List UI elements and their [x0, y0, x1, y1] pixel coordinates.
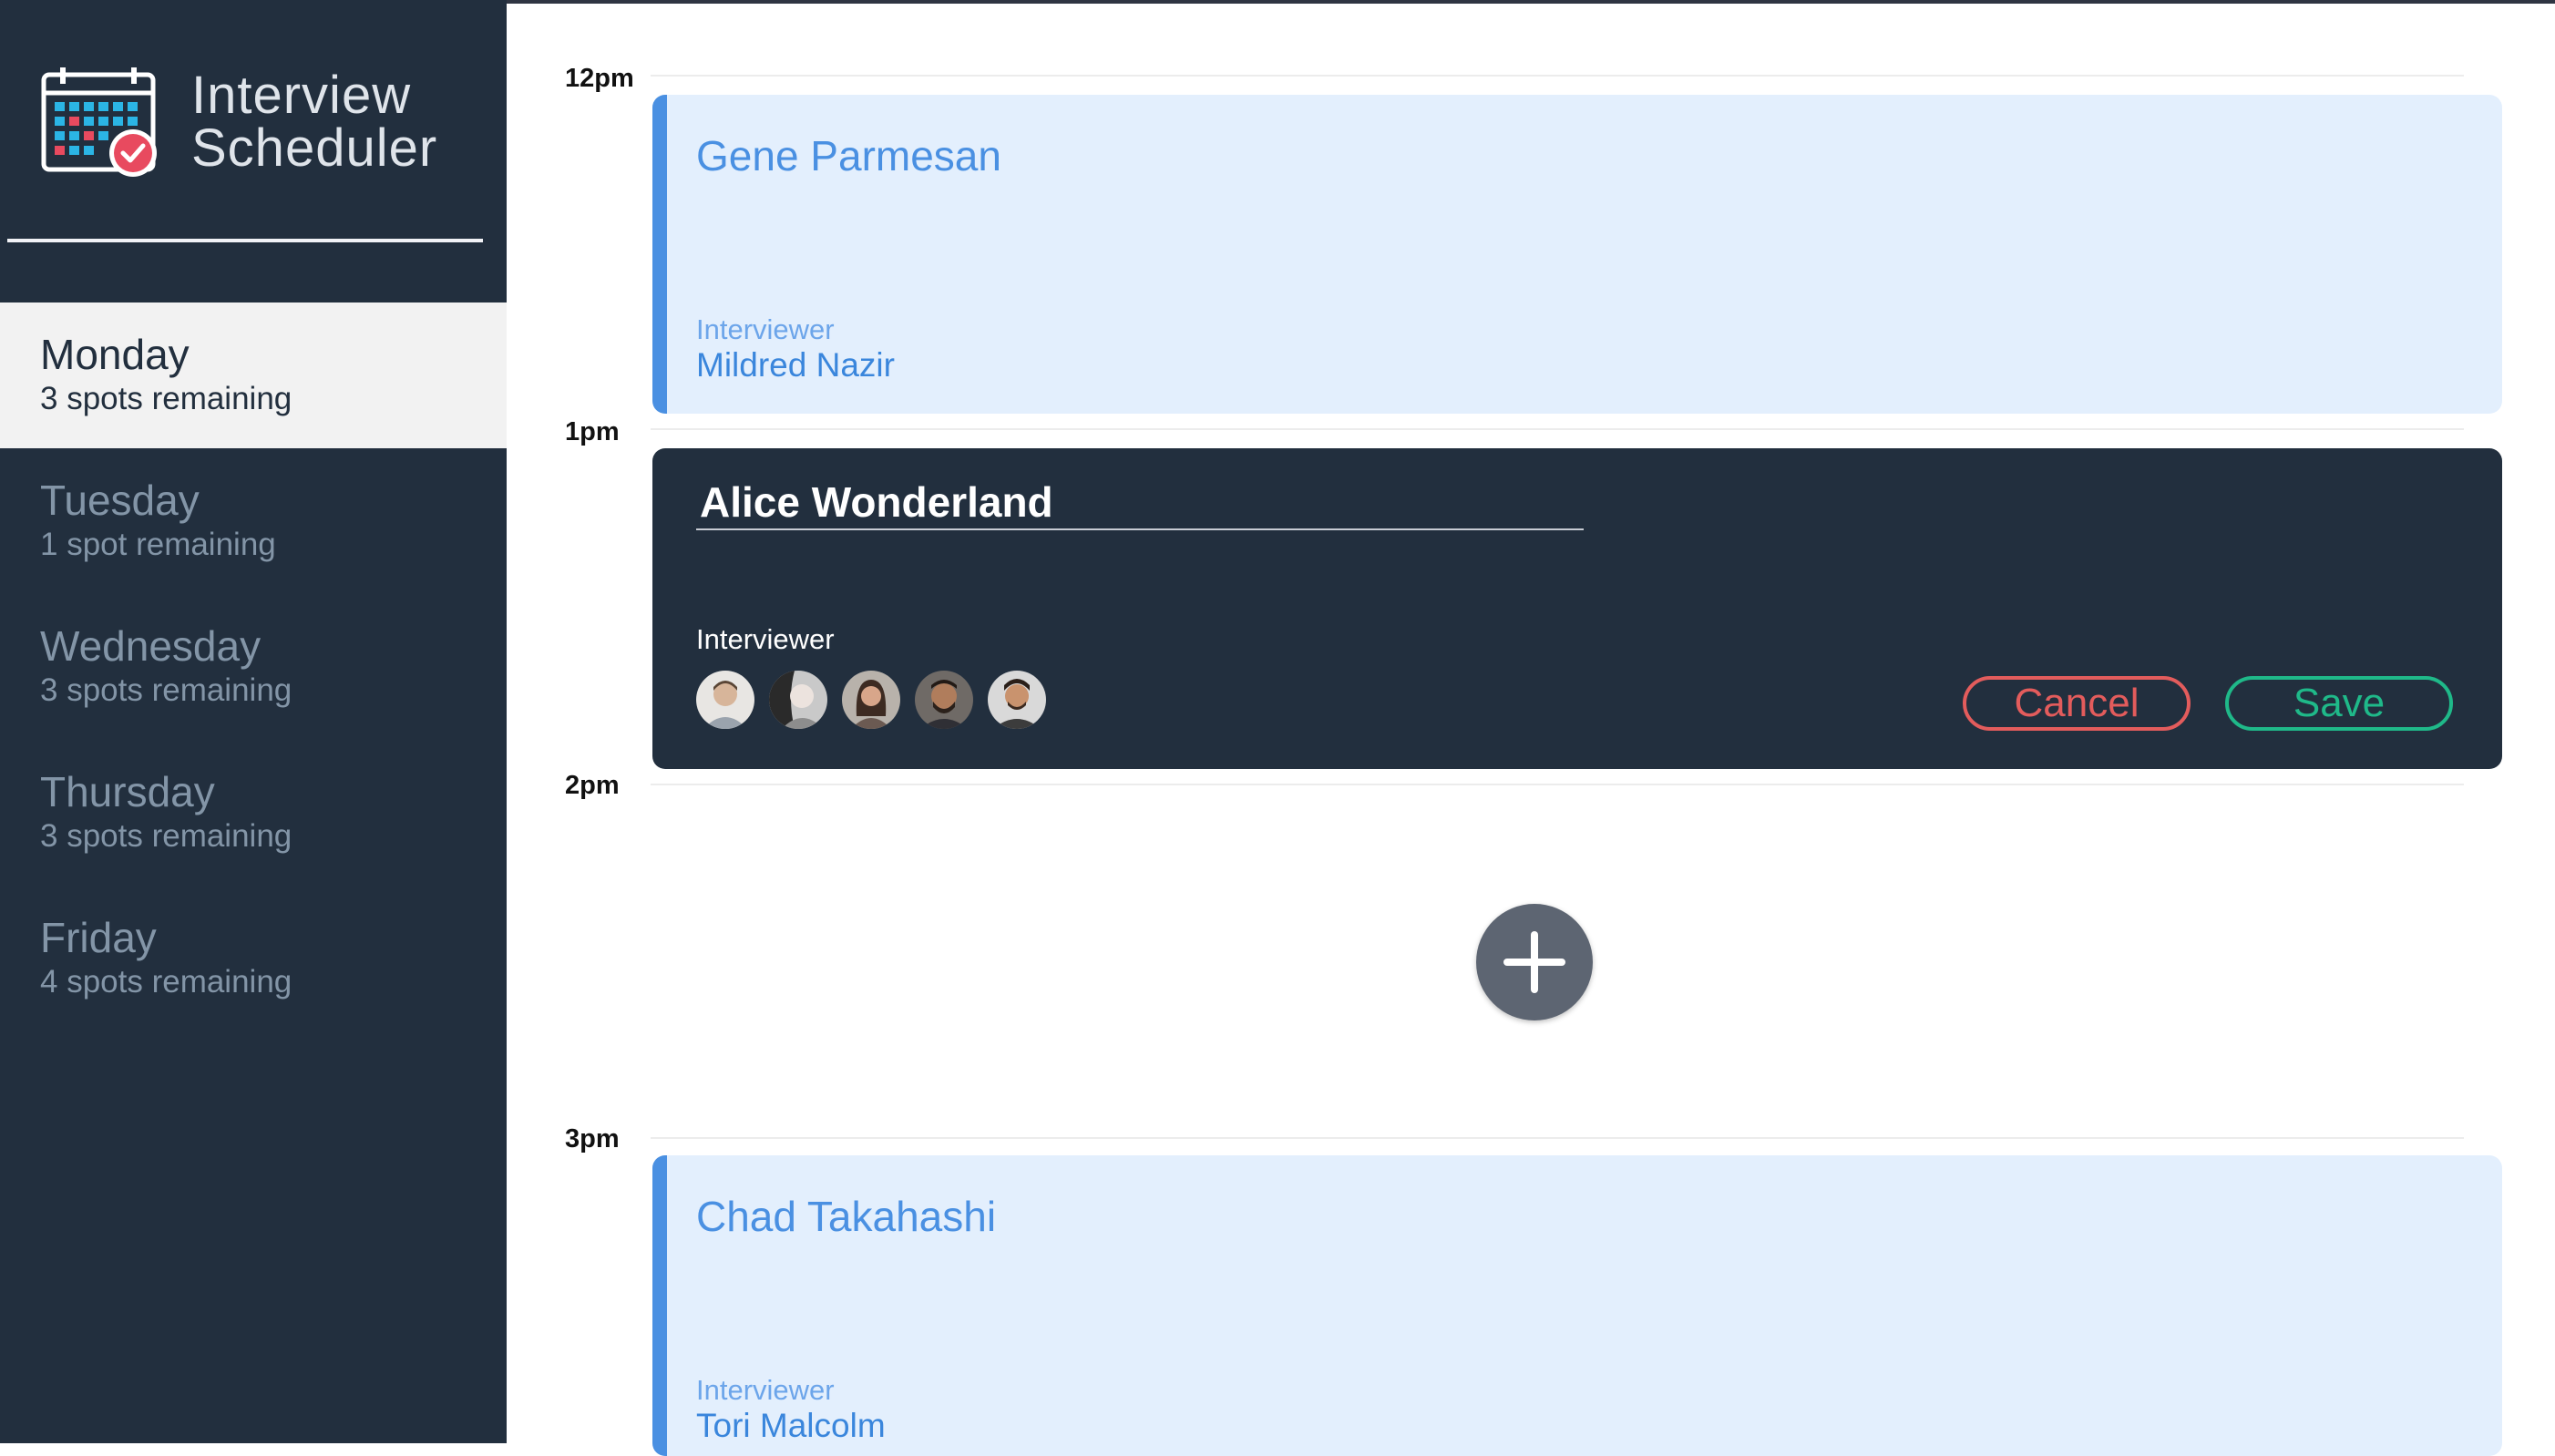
appointment-accent	[652, 1155, 667, 1456]
interviewer-name: Tori Malcolm	[696, 1407, 886, 1444]
time-label-3pm: 3pm	[565, 1124, 620, 1154]
avatar-image	[842, 671, 900, 729]
day-list: Monday 3 spots remaining Tuesday 1 spot …	[0, 302, 507, 1031]
day-item-thursday[interactable]: Thursday 3 spots remaining	[0, 740, 507, 886]
hour-divider	[651, 75, 2464, 77]
interviewer-label: Interviewer	[696, 313, 835, 345]
appointment-card[interactable]: Chad Takahashi Interviewer Tori Malcolm	[652, 1155, 2502, 1456]
day-spots: 3 spots remaining	[40, 818, 292, 854]
cancel-button[interactable]: Cancel	[1963, 676, 2191, 731]
day-item-monday[interactable]: Monday 3 spots remaining	[0, 302, 507, 448]
day-name: Monday	[40, 331, 190, 378]
day-spots: 3 spots remaining	[40, 381, 292, 416]
app-title-line1: Interview	[191, 66, 412, 125]
avatar-image	[769, 671, 827, 729]
day-item-wednesday[interactable]: Wednesday 3 spots remaining	[0, 594, 507, 740]
hour-divider	[651, 1137, 2464, 1139]
top-border	[507, 0, 2555, 4]
schedule: 12pm Gene Parmesan Interviewer Mildred N…	[507, 0, 2555, 1456]
student-name-input[interactable]	[696, 476, 1584, 530]
interviewer-avatar[interactable]	[915, 671, 973, 729]
appointment-card[interactable]: Gene Parmesan Interviewer Mildred Nazir	[652, 95, 2502, 414]
plus-icon	[1503, 931, 1565, 993]
student-name: Chad Takahashi	[696, 1193, 997, 1240]
app-title-line2: Scheduler	[191, 118, 438, 178]
hour-divider	[651, 428, 2464, 430]
interviewer-avatar[interactable]	[769, 671, 827, 729]
day-item-friday[interactable]: Friday 4 spots remaining	[0, 886, 507, 1031]
appointment-accent	[652, 95, 667, 414]
day-name: Wednesday	[40, 622, 262, 670]
avatar-image	[915, 671, 973, 729]
interviewer-name: Mildred Nazir	[696, 346, 895, 384]
add-appointment-button[interactable]	[1476, 904, 1593, 1020]
interviewer-label: Interviewer	[696, 623, 835, 655]
avatar-image	[988, 671, 1046, 729]
avatar-image	[696, 671, 754, 729]
appointment-form: Interviewer	[652, 448, 2502, 769]
time-label-12pm: 12pm	[565, 64, 634, 93]
day-item-tuesday[interactable]: Tuesday 1 spot remaining	[0, 448, 507, 594]
interviewer-label: Interviewer	[696, 1374, 835, 1406]
save-button[interactable]: Save	[2225, 676, 2453, 731]
day-spots: 4 spots remaining	[40, 964, 292, 1000]
calendar-check-icon	[41, 67, 157, 177]
student-name: Gene Parmesan	[696, 132, 1001, 179]
day-name: Friday	[40, 914, 157, 961]
interviewer-avatar[interactable]	[696, 671, 754, 729]
interviewer-avatar[interactable]	[842, 671, 900, 729]
sidebar: Interview Scheduler Monday 3 spots remai…	[0, 0, 507, 1443]
interviewer-avatar[interactable]	[988, 671, 1046, 729]
day-spots: 3 spots remaining	[40, 672, 292, 708]
time-label-2pm: 2pm	[565, 771, 620, 800]
app-brand: Interview Scheduler	[40, 66, 459, 184]
time-label-1pm: 1pm	[565, 417, 620, 446]
app-title: Interview Scheduler	[191, 69, 437, 175]
day-name: Tuesday	[40, 477, 200, 524]
day-name: Thursday	[40, 768, 215, 815]
hour-divider	[651, 784, 2464, 785]
day-spots: 1 spot remaining	[40, 527, 276, 562]
sidebar-divider	[7, 239, 483, 242]
